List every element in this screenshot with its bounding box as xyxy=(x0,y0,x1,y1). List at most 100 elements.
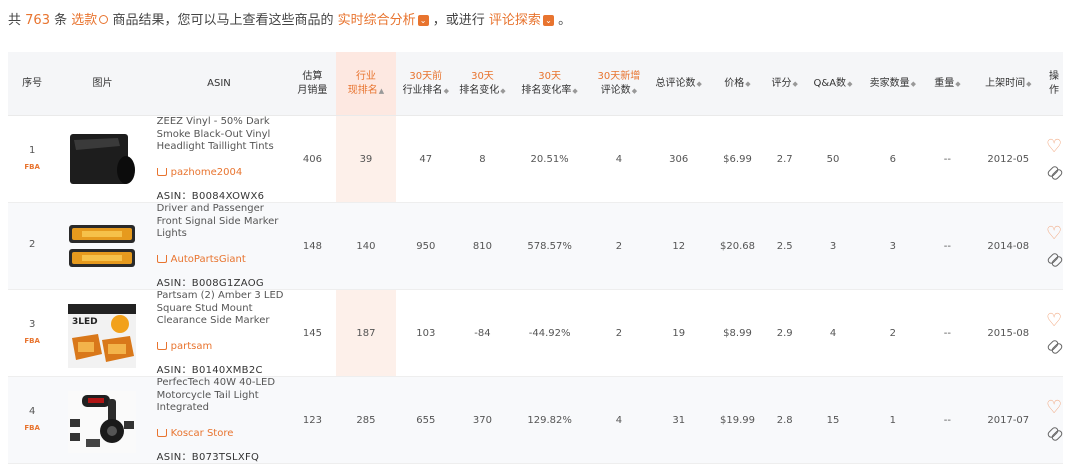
link-icon[interactable] xyxy=(1046,164,1064,182)
seller-link[interactable]: AutoPartsGiant xyxy=(156,254,290,268)
est-sales: 148 xyxy=(289,202,336,290)
link-icon[interactable] xyxy=(1046,338,1064,356)
category-rank: 285 xyxy=(335,376,397,464)
weight: -- xyxy=(923,376,972,464)
product-title[interactable]: ZEEZ Vinyl - 50% Dark Smoke Black-Out Vi… xyxy=(157,116,290,166)
col-est-sales[interactable]: 估算 月销量 xyxy=(289,52,336,116)
seller-link[interactable]: Koscar Store xyxy=(156,428,290,442)
rank-30d-ago: 47 xyxy=(396,115,456,203)
total-reviews: 306 xyxy=(648,115,710,203)
category-rank: 187 xyxy=(335,289,397,377)
col-total-reviews[interactable]: 总评论数◆ xyxy=(648,52,710,116)
est-sales: 145 xyxy=(289,289,336,377)
rank-change-rate: 578.57% xyxy=(509,202,590,290)
fba-badge: FBA xyxy=(24,337,40,345)
product-title[interactable]: Driver and Passenger Front Signal Side M… xyxy=(157,203,290,253)
product-image[interactable] xyxy=(68,217,136,275)
total-reviews: 19 xyxy=(648,289,710,377)
weight: -- xyxy=(923,115,972,203)
heart-outline-icon[interactable]: ♡ xyxy=(1046,225,1062,243)
col-rank-change-rate[interactable]: 30天 排名变化率◆ xyxy=(509,52,590,116)
sort-icon: ◆ xyxy=(910,79,917,88)
col-qa[interactable]: Q&A数◆ xyxy=(803,52,863,116)
col-weight[interactable]: 重量◆ xyxy=(923,52,972,116)
cart-icon xyxy=(156,342,167,350)
row-index: 1 xyxy=(28,145,36,156)
qa-count: 3 xyxy=(803,202,863,290)
total-reviews: 12 xyxy=(648,202,710,290)
rank-change: 810 xyxy=(455,202,510,290)
col-rating[interactable]: 评分◆ xyxy=(765,52,804,116)
col-category-rank[interactable]: 行业 现排名▲ xyxy=(335,52,397,116)
filter-link[interactable]: 选款 xyxy=(71,13,109,28)
seller-count: 2 xyxy=(862,289,924,377)
heart-outline-icon[interactable]: ♡ xyxy=(1046,399,1062,417)
image-label: 3LED xyxy=(72,317,98,327)
qa-count: 15 xyxy=(803,376,863,464)
rank-change: -84 xyxy=(455,289,510,377)
new-reviews: 2 xyxy=(589,289,649,377)
rating: 2.7 xyxy=(765,115,804,203)
col-image: 图片 xyxy=(56,52,149,116)
listed-date: 2017-07 xyxy=(971,376,1046,464)
cart-icon xyxy=(156,168,167,176)
link-icon[interactable] xyxy=(1046,425,1064,443)
product-image[interactable]: 3LED xyxy=(68,304,137,368)
sort-icon: ◆ xyxy=(847,79,853,88)
chevron-down-icon: ⌄ xyxy=(417,15,429,26)
sort-icon: ◆ xyxy=(955,79,961,88)
price: $20.68 xyxy=(709,202,766,290)
weight: -- xyxy=(923,202,972,290)
new-reviews: 4 xyxy=(589,376,649,464)
table-row: 1 FBA ZEEZ Vinyl - 50% Dark Smoke Black-O… xyxy=(8,115,1064,203)
category-rank: 39 xyxy=(335,115,397,203)
col-sellers[interactable]: 卖家数量◆ xyxy=(862,52,924,116)
product-image[interactable] xyxy=(68,391,137,453)
heart-outline-icon[interactable]: ♡ xyxy=(1046,138,1062,156)
rank-30d-ago: 950 xyxy=(396,202,456,290)
listed-date: 2012-05 xyxy=(971,115,1046,203)
seller-link[interactable]: pazhome2004 xyxy=(156,167,290,181)
seller-count: 1 xyxy=(862,376,924,464)
seller-count: 3 xyxy=(862,202,924,290)
product-title[interactable]: Partsam (2) Amber 3 LED Square Stud Moun… xyxy=(157,290,290,340)
asin-value: ASIN：B073TSLXFQ xyxy=(156,452,260,463)
product-image[interactable] xyxy=(68,130,136,188)
col-price[interactable]: 价格◆ xyxy=(709,52,766,116)
rating: 2.5 xyxy=(765,202,804,290)
asin-value: ASIN：B0140XMB2C xyxy=(156,365,263,376)
price: $6.99 xyxy=(709,115,766,203)
summary-suffix: 。 xyxy=(558,13,572,28)
clock-icon xyxy=(99,15,109,24)
col-rank-change[interactable]: 30天 排名变化◆ xyxy=(455,52,510,116)
sort-icon: ◆ xyxy=(631,86,638,95)
sort-icon: ◆ xyxy=(500,86,506,95)
price: $19.99 xyxy=(709,376,766,464)
est-sales: 123 xyxy=(289,376,336,464)
product-title[interactable]: PerfecTech 40W 40-LED Motorcycle Tail Li… xyxy=(157,377,290,427)
new-reviews: 2 xyxy=(589,202,649,290)
row-index: 2 xyxy=(28,239,36,250)
total-reviews: 31 xyxy=(648,376,710,464)
col-new-reviews[interactable]: 30天新增 评论数◆ xyxy=(589,52,649,116)
sort-icon: ◆ xyxy=(443,86,449,95)
col-listed[interactable]: 上架时间◆ xyxy=(971,52,1046,116)
sort-icon: ◆ xyxy=(696,79,702,88)
rank-change: 8 xyxy=(455,115,510,203)
summary-prefix: 共 xyxy=(8,13,22,28)
link-icon[interactable] xyxy=(1046,251,1064,269)
heart-outline-icon[interactable]: ♡ xyxy=(1046,312,1062,330)
review-label: 评论探索 xyxy=(488,13,541,28)
asin-value: ASIN：B0084XOWX6 xyxy=(156,191,265,202)
realtime-analysis-link[interactable]: 实时综合分析 ⌄ xyxy=(338,13,429,28)
est-sales: 406 xyxy=(289,115,336,203)
summary-mid3: ，或进行 xyxy=(432,13,485,28)
row-index: 3 xyxy=(28,319,36,330)
col-rank-30d-ago[interactable]: 30天前 行业排名◆ xyxy=(396,52,456,116)
review-explore-link[interactable]: 评论探索 ⌄ xyxy=(489,13,554,28)
table-row: 3 FBA 3LED Partsam (2) Amber 3 LED Squar… xyxy=(8,289,1064,377)
seller-link[interactable]: partsam xyxy=(156,341,290,355)
result-count: 763 xyxy=(25,13,50,28)
fba-badge: FBA xyxy=(24,163,40,171)
table-header-row: 序号 图片 ASIN 估算 月销量 行业 现排名▲ 30天前 行业排名◆ 30天 排名变… xyxy=(8,52,1063,116)
